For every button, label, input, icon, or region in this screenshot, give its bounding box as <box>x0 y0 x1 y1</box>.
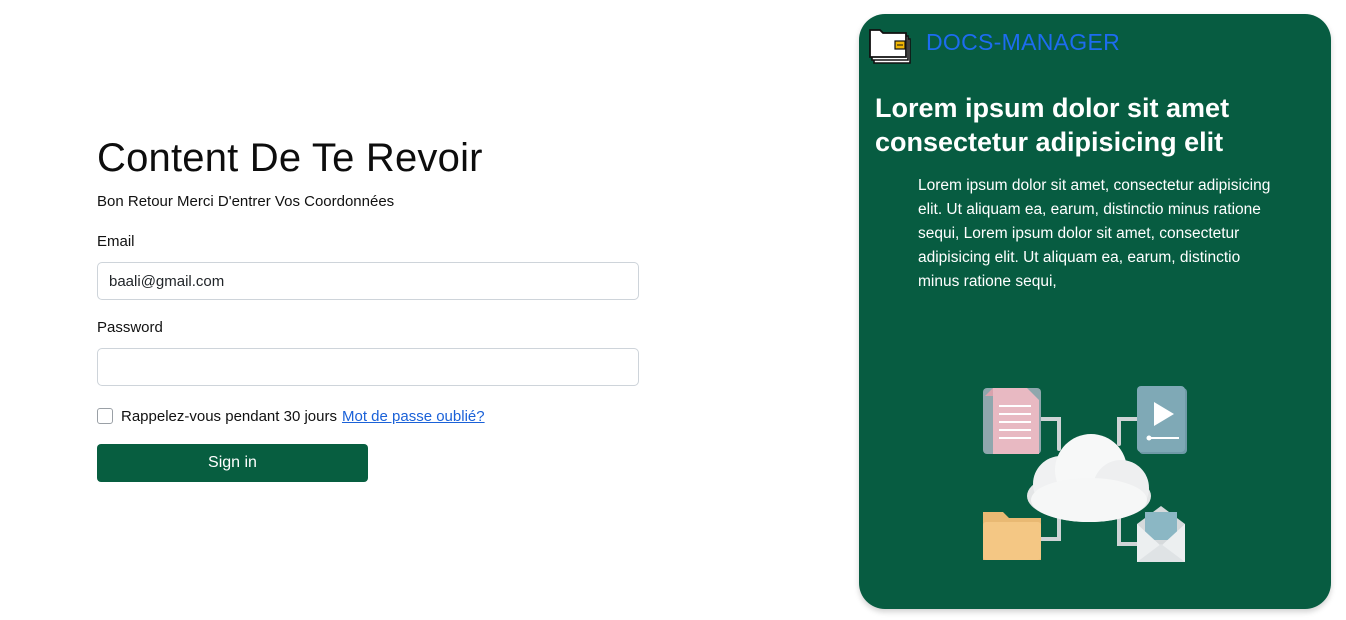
page-title: Content De Te Revoir <box>97 136 483 180</box>
promo-panel: DOCS-MANAGER Lorem ipsum dolor sit amet … <box>859 14 1331 609</box>
document-icon <box>983 388 1041 454</box>
login-form: Content De Te Revoir Bon Retour Merci D'… <box>97 136 639 482</box>
login-page: Content De Te Revoir Bon Retour Merci D'… <box>0 0 1346 620</box>
brand-name: DOCS-MANAGER <box>926 28 1121 55</box>
remember-checkbox[interactable] <box>97 408 113 424</box>
panel-text: Lorem ipsum dolor sit amet, consectetur … <box>918 177 1271 290</box>
brand: DOCS-MANAGER <box>869 26 1120 66</box>
forgot-password-link[interactable]: Mot de passe oublié? <box>342 408 485 425</box>
password-label: Password <box>97 319 163 336</box>
password-field[interactable] <box>97 348 639 386</box>
envelope-icon <box>1137 506 1185 562</box>
folder-icon <box>983 512 1041 560</box>
cloud-icon <box>1027 434 1151 522</box>
remember-row: Rappelez-vous pendant 30 jours Mot de pa… <box>97 406 639 426</box>
email-label: Email <box>97 233 135 250</box>
page-subtitle: Bon Retour Merci D'entrer Vos Coordonnée… <box>97 193 395 210</box>
sign-in-button[interactable]: Sign in <box>97 444 368 482</box>
folder-stack-icon <box>869 29 911 64</box>
email-field[interactable] <box>97 262 639 300</box>
video-icon <box>1137 386 1187 454</box>
panel-heading: Lorem ipsum dolor sit amet consectetur a… <box>875 93 1230 157</box>
remember-label[interactable]: Rappelez-vous pendant 30 jours <box>121 408 337 425</box>
cloud-documents-illustration <box>983 386 1187 562</box>
